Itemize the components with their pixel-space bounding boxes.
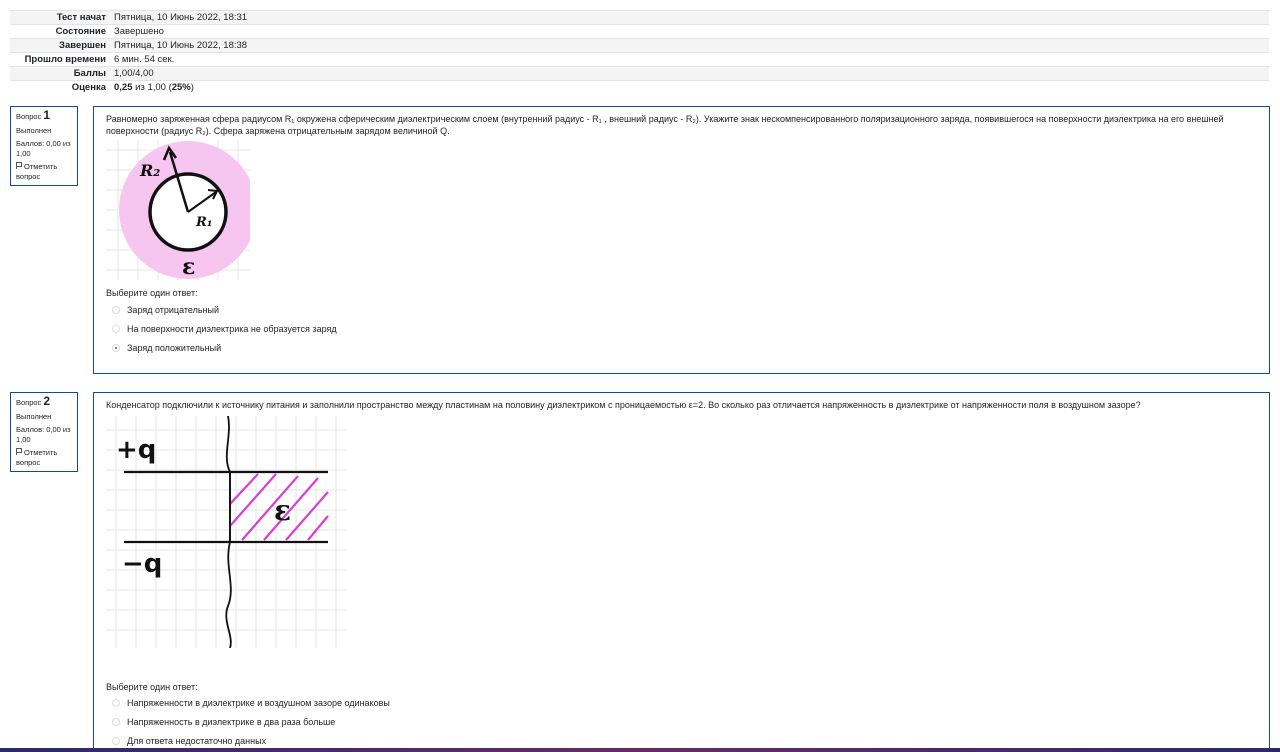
summary-value: Пятница, 10 Июнь 2022, 18:38 — [110, 38, 1269, 53]
summary-value: 1,00/4,00 — [110, 66, 1269, 81]
question-number: Вопрос 2 — [16, 394, 72, 408]
question-info-2: Вопрос 2 Выполнен Баллов: 0,00 из 1,00 О… — [10, 392, 78, 472]
answer-option-label: Напряженность в диэлектрике в два раза б… — [127, 717, 336, 727]
summary-label: Завершен — [10, 38, 110, 53]
summary-row: Завершен Пятница, 10 Июнь 2022, 18:38 — [10, 38, 1269, 53]
question-text: Конденсатор подключили к источнику питан… — [106, 400, 1141, 410]
radio-button[interactable] — [112, 324, 120, 333]
question-content-1: Равномерно заряженная сфера радиусом R₁ … — [93, 106, 1270, 374]
answer-option-label: Напряженности в диэлектрике и воздушном … — [127, 698, 390, 708]
radio-button[interactable] — [112, 699, 120, 707]
attempt-summary-table: Тест начат Пятница, 10 Июнь 2022, 18:31 … — [10, 10, 1269, 95]
summary-label: Баллы — [10, 66, 110, 81]
question-grade: Баллов: 0,00 из 1,00 — [16, 425, 71, 444]
question-info-1: Вопрос 1 Выполнен Баллов: 0,00 из 1,00 О… — [10, 106, 78, 186]
answer-option-label: На поверхности диэлектрика не образуется… — [127, 323, 337, 334]
grade-value-cell: 0,25 из 1,00 (25%) — [110, 80, 1269, 95]
question-number: Вопрос 1 — [16, 108, 72, 122]
summary-row: Прошло времени 6 мин. 54 сек. — [10, 52, 1269, 67]
grade-value: 0,25 — [114, 82, 133, 94]
flag-question-label: Отметить вопрос — [16, 162, 58, 181]
summary-value: 6 мин. 54 сек. — [110, 52, 1269, 67]
radio-button[interactable] — [112, 305, 120, 314]
answer-option[interactable]: Заряд отрицательный — [106, 300, 1257, 319]
minus-q-label: −q — [122, 549, 162, 579]
question-number-value: 1 — [43, 108, 51, 122]
capacitor-dielectric-figure: +q −q ε — [106, 415, 346, 648]
answer-option-label: Заряд положительный — [127, 342, 222, 353]
question-number-label: Вопрос — [16, 112, 44, 121]
question-state: Выполнен — [16, 125, 52, 135]
answer-list: Заряд отрицательный На поверхности диэле… — [106, 300, 1257, 357]
radio-button[interactable] — [112, 737, 120, 745]
question-state: Выполнен — [16, 411, 52, 421]
summary-row: Баллы 1,00/4,00 — [10, 66, 1269, 81]
answer-option[interactable]: Напряженность в диэлектрике в два раза б… — [106, 713, 1257, 732]
epsilon-label: ε — [182, 254, 195, 280]
summary-row-grade: Оценка 0,25 из 1,00 (25%) — [10, 80, 1269, 95]
flag-question-label: Отметить вопрос — [16, 448, 58, 467]
summary-value: Завершено — [110, 24, 1269, 39]
r1-label: R₁ — [195, 215, 213, 230]
flag-icon — [16, 162, 22, 169]
question-grade: Баллов: 0,00 из 1,00 — [16, 139, 71, 158]
r2-label: R₂ — [139, 161, 160, 180]
summary-label: Прошло времени — [10, 52, 110, 67]
question-text: Равномерно заряженная сфера радиусом R₁ … — [106, 114, 1224, 136]
epsilon-label: ε — [274, 494, 291, 527]
question-number-value: 2 — [43, 394, 51, 408]
radio-button[interactable] — [112, 718, 120, 726]
answer-option[interactable]: Напряженности в диэлектрике и воздушном … — [106, 694, 1257, 713]
grade-of: из 1,00 ( — [132, 82, 172, 94]
summary-label: Состояние — [10, 24, 110, 39]
radio-button-checked[interactable] — [112, 343, 120, 352]
answer-prompt: Выберите один ответ: — [106, 681, 198, 692]
answer-list: Напряженности в диэлектрике и воздушном … — [106, 694, 1257, 751]
grade-close: ) — [190, 82, 194, 94]
answer-prompt: Выберите один ответ: — [106, 288, 198, 298]
flag-icon — [16, 448, 22, 455]
summary-row: Состояние Завершено — [10, 24, 1269, 39]
summary-row: Тест начат Пятница, 10 Июнь 2022, 18:31 — [10, 10, 1269, 25]
grade-label: Оценка — [10, 80, 110, 95]
answer-option[interactable]: Заряд положительный — [106, 338, 1257, 357]
grade-percent: 25% — [171, 82, 191, 94]
question-content-2: Конденсатор подключили к источнику питан… — [93, 392, 1270, 752]
question-number-label: Вопрос — [16, 398, 44, 407]
answer-option-label: Для ответа недостаточно данных — [127, 736, 267, 746]
summary-value: Пятница, 10 Июнь 2022, 18:31 — [110, 10, 1269, 25]
summary-label: Тест начат — [10, 10, 110, 25]
answer-option[interactable]: На поверхности диэлектрика не образуется… — [106, 319, 1257, 338]
answer-option-label: Заряд отрицательный — [127, 304, 220, 315]
flag-question-link[interactable]: Отметить вопрос — [16, 448, 72, 467]
plus-q-label: +q — [116, 435, 156, 465]
bottom-edge-bar — [0, 748, 1280, 752]
sphere-dielectric-figure: R₂ R₁ ε — [106, 140, 250, 280]
flag-question-link[interactable]: Отметить вопрос — [16, 162, 72, 181]
